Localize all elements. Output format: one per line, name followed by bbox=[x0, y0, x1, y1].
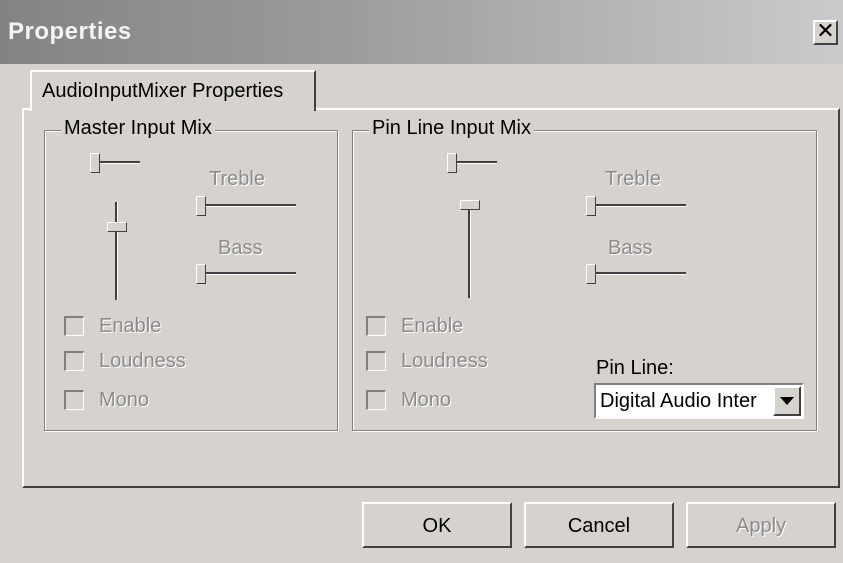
pinline-volume-slider[interactable] bbox=[460, 200, 480, 298]
master-bass-slider[interactable] bbox=[196, 264, 296, 284]
slider-thumb[interactable] bbox=[460, 200, 480, 210]
master-loudness-label: Loudness bbox=[99, 350, 186, 372]
pinline-loudness-checkbox[interactable] bbox=[366, 351, 386, 371]
master-treble-slider[interactable] bbox=[196, 196, 296, 216]
pin-line-input-mix-legend: Pin Line Input Mix bbox=[369, 117, 534, 140]
cancel-button-label: Cancel bbox=[567, 515, 631, 537]
slider-thumb[interactable] bbox=[90, 153, 100, 173]
pin-line-selected-value: Digital Audio Inter bbox=[600, 390, 757, 412]
pinline-mono-label: Mono bbox=[401, 389, 452, 411]
ok-button[interactable]: OK bbox=[362, 502, 512, 548]
master-input-mix-legend: Master Input Mix bbox=[61, 117, 215, 140]
properties-dialog: Properties ✕ AudioInputMixer Properties … bbox=[0, 0, 843, 563]
pin-line-select[interactable]: Digital Audio Inter bbox=[594, 383, 804, 419]
pinline-bass-slider[interactable] bbox=[586, 264, 686, 284]
pinline-balance-slider[interactable] bbox=[447, 153, 497, 173]
master-mono-checkbox[interactable] bbox=[64, 390, 84, 410]
chevron-down-icon bbox=[780, 397, 794, 405]
master-mono-label: Mono bbox=[99, 389, 150, 411]
master-enable-checkbox[interactable] bbox=[64, 316, 84, 336]
slider-thumb[interactable] bbox=[196, 264, 206, 284]
apply-button-label: Apply bbox=[735, 515, 787, 537]
slider-thumb[interactable] bbox=[586, 196, 596, 216]
master-bass-label: Bass bbox=[218, 237, 263, 259]
title-bar[interactable]: Properties ✕ bbox=[0, 0, 843, 64]
master-enable-label: Enable bbox=[99, 315, 162, 337]
pinline-enable-checkbox[interactable] bbox=[366, 316, 386, 336]
master-loudness-checkbox[interactable] bbox=[64, 351, 84, 371]
dropdown-button[interactable] bbox=[773, 386, 801, 416]
tab-audioinputmixer-properties[interactable]: AudioInputMixer Properties bbox=[30, 70, 316, 111]
close-button[interactable]: ✕ bbox=[813, 19, 838, 45]
slider-thumb[interactable] bbox=[586, 264, 596, 284]
pin-line-label: Pin Line: bbox=[596, 357, 674, 379]
slider-thumb[interactable] bbox=[447, 153, 457, 173]
ok-button-label: OK bbox=[422, 515, 452, 537]
apply-button[interactable]: Apply bbox=[686, 502, 836, 548]
close-icon: ✕ bbox=[816, 19, 835, 44]
cancel-button[interactable]: Cancel bbox=[524, 502, 674, 548]
pinline-enable-label: Enable bbox=[401, 315, 464, 337]
slider-thumb[interactable] bbox=[196, 196, 206, 216]
master-volume-slider[interactable] bbox=[107, 202, 127, 300]
pinline-treble-slider[interactable] bbox=[586, 196, 686, 216]
slider-thumb[interactable] bbox=[107, 222, 127, 232]
tab-label: AudioInputMixer Properties bbox=[42, 80, 284, 102]
pinline-bass-label: Bass bbox=[608, 237, 653, 259]
pinline-loudness-label: Loudness bbox=[401, 350, 488, 372]
window-title: Properties bbox=[8, 18, 132, 45]
pinline-mono-checkbox[interactable] bbox=[366, 390, 386, 410]
master-balance-slider[interactable] bbox=[90, 153, 140, 173]
master-treble-label: Treble bbox=[209, 168, 265, 190]
pinline-treble-label: Treble bbox=[605, 168, 661, 190]
